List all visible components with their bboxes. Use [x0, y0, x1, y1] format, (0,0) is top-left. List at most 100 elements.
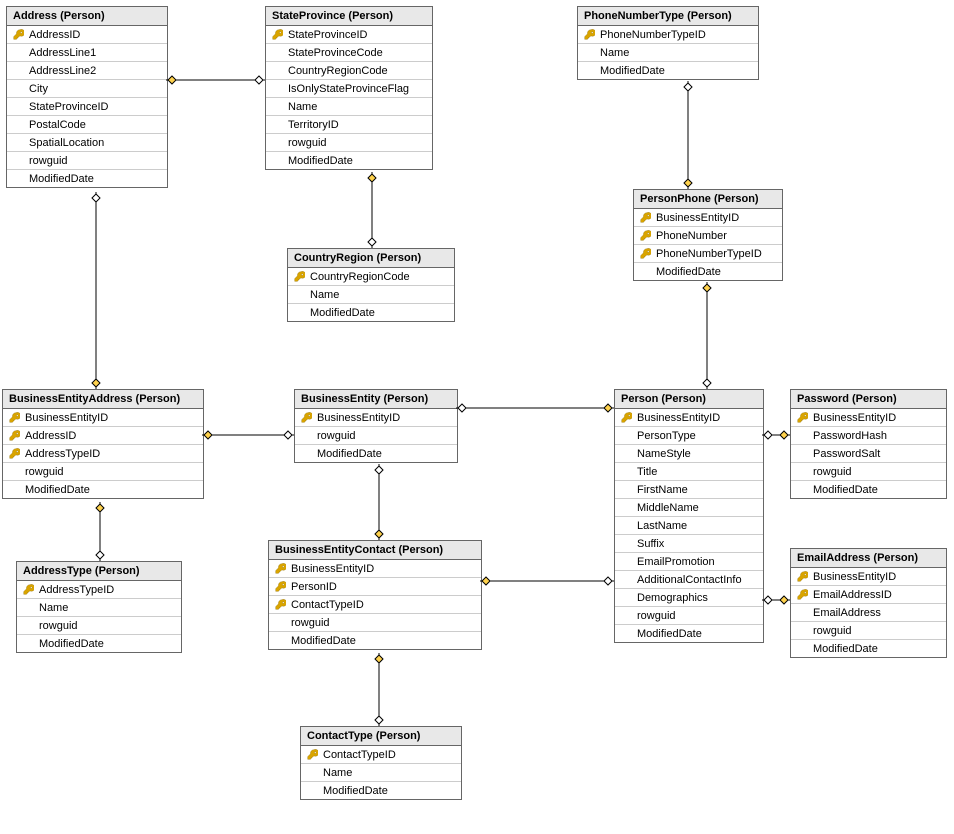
key-slot — [6, 482, 22, 498]
column-row[interactable]: BusinessEntityID — [615, 409, 763, 427]
column-row[interactable]: Name — [266, 98, 432, 116]
column-name: ModifiedDate — [29, 173, 94, 185]
column-row[interactable]: rowguid — [266, 134, 432, 152]
table-emailaddress[interactable]: EmailAddress (Person)BusinessEntityIDEma… — [790, 548, 947, 658]
column-row[interactable]: AddressLine1 — [7, 44, 167, 62]
column-row[interactable]: Title — [615, 463, 763, 481]
column-row[interactable]: ModifiedDate — [7, 170, 167, 187]
table-password[interactable]: Password (Person)BusinessEntityIDPasswor… — [790, 389, 947, 499]
column-row[interactable]: AddressTypeID — [17, 581, 181, 599]
column-row[interactable]: PhoneNumberTypeID — [578, 26, 758, 44]
table-stateprovince[interactable]: StateProvince (Person)StateProvinceIDSta… — [265, 6, 433, 170]
key-slot — [618, 428, 634, 444]
column-row[interactable]: EmailAddress — [791, 604, 946, 622]
table-address[interactable]: Address (Person)AddressIDAddressLine1Add… — [6, 6, 168, 188]
column-row[interactable]: CountryRegionCode — [288, 268, 454, 286]
column-row[interactable]: ModifiedDate — [634, 263, 782, 280]
column-row[interactable]: ModifiedDate — [3, 481, 203, 498]
column-row[interactable]: PostalCode — [7, 116, 167, 134]
column-row[interactable]: Name — [17, 599, 181, 617]
column-row[interactable]: AdditionalContactInfo — [615, 571, 763, 589]
column-row[interactable]: StateProvinceCode — [266, 44, 432, 62]
table-businessentityaddress[interactable]: BusinessEntityAddress (Person)BusinessEn… — [2, 389, 204, 499]
column-row[interactable]: ContactTypeID — [269, 596, 481, 614]
column-row[interactable]: ModifiedDate — [791, 640, 946, 657]
column-row[interactable]: PhoneNumberTypeID — [634, 245, 782, 263]
column-row[interactable]: BusinessEntityID — [269, 560, 481, 578]
column-row[interactable]: Suffix — [615, 535, 763, 553]
table-businessentitycontact[interactable]: BusinessEntityContact (Person)BusinessEn… — [268, 540, 482, 650]
column-row[interactable]: StateProvinceID — [266, 26, 432, 44]
column-row[interactable]: rowguid — [791, 463, 946, 481]
column-row[interactable]: ModifiedDate — [295, 445, 457, 462]
table-person[interactable]: Person (Person)BusinessEntityIDPersonTyp… — [614, 389, 764, 643]
primary-key-icon — [581, 27, 597, 43]
column-row[interactable]: FirstName — [615, 481, 763, 499]
table-title: ContactType (Person) — [301, 727, 461, 746]
column-row[interactable]: rowguid — [17, 617, 181, 635]
column-name: PersonType — [637, 430, 696, 442]
column-row[interactable]: PasswordHash — [791, 427, 946, 445]
table-personphone[interactable]: PersonPhone (Person)BusinessEntityIDPhon… — [633, 189, 783, 281]
column-row[interactable]: PhoneNumber — [634, 227, 782, 245]
column-row[interactable]: ModifiedDate — [17, 635, 181, 652]
column-row[interactable]: AddressTypeID — [3, 445, 203, 463]
key-slot — [269, 153, 285, 169]
column-row[interactable]: ModifiedDate — [615, 625, 763, 642]
key-slot — [794, 428, 810, 444]
column-row[interactable]: EmailAddressID — [791, 586, 946, 604]
column-row[interactable]: rowguid — [3, 463, 203, 481]
column-row[interactable]: StateProvinceID — [7, 98, 167, 116]
primary-key-icon — [298, 410, 314, 426]
column-row[interactable]: PasswordSalt — [791, 445, 946, 463]
column-row[interactable]: MiddleName — [615, 499, 763, 517]
column-row[interactable]: EmailPromotion — [615, 553, 763, 571]
table-phonenumbertype[interactable]: PhoneNumberType (Person)PhoneNumberTypeI… — [577, 6, 759, 80]
column-row[interactable]: BusinessEntityID — [791, 568, 946, 586]
column-row[interactable]: rowguid — [615, 607, 763, 625]
column-row[interactable]: BusinessEntityID — [791, 409, 946, 427]
table-addresstype[interactable]: AddressType (Person)AddressTypeIDNamerow… — [16, 561, 182, 653]
column-row[interactable]: ModifiedDate — [269, 632, 481, 649]
table-businessentity[interactable]: BusinessEntity (Person)BusinessEntityIDr… — [294, 389, 458, 463]
column-row[interactable]: rowguid — [295, 427, 457, 445]
key-slot — [794, 446, 810, 462]
table-title: EmailAddress (Person) — [791, 549, 946, 568]
column-row[interactable]: rowguid — [7, 152, 167, 170]
column-row[interactable]: rowguid — [269, 614, 481, 632]
primary-key-icon — [794, 569, 810, 585]
column-row[interactable]: LastName — [615, 517, 763, 535]
column-row[interactable]: rowguid — [791, 622, 946, 640]
column-row[interactable]: Name — [301, 764, 461, 782]
column-row[interactable]: ModifiedDate — [301, 782, 461, 799]
column-row[interactable]: ModifiedDate — [578, 62, 758, 79]
column-row[interactable]: BusinessEntityID — [634, 209, 782, 227]
column-row[interactable]: Name — [578, 44, 758, 62]
table-countryregion[interactable]: CountryRegion (Person)CountryRegionCodeN… — [287, 248, 455, 322]
column-row[interactable]: IsOnlyStateProvinceFlag — [266, 80, 432, 98]
column-row[interactable]: AddressID — [3, 427, 203, 445]
key-slot — [618, 590, 634, 606]
column-row[interactable]: City — [7, 80, 167, 98]
column-row[interactable]: AddressLine2 — [7, 62, 167, 80]
column-row[interactable]: ContactTypeID — [301, 746, 461, 764]
column-row[interactable]: PersonID — [269, 578, 481, 596]
column-row[interactable]: NameStyle — [615, 445, 763, 463]
column-row[interactable]: CountryRegionCode — [266, 62, 432, 80]
column-row[interactable]: ModifiedDate — [266, 152, 432, 169]
relationship-line — [156, 70, 275, 90]
column-row[interactable]: SpatialLocation — [7, 134, 167, 152]
column-row[interactable]: TerritoryID — [266, 116, 432, 134]
column-name: StateProvinceID — [288, 29, 367, 41]
column-row[interactable]: Demographics — [615, 589, 763, 607]
column-name: SpatialLocation — [29, 137, 104, 149]
column-row[interactable]: AddressID — [7, 26, 167, 44]
column-row[interactable]: ModifiedDate — [791, 481, 946, 498]
column-row[interactable]: BusinessEntityID — [3, 409, 203, 427]
column-row[interactable]: ModifiedDate — [288, 304, 454, 321]
column-name: PhoneNumber — [656, 230, 727, 242]
column-row[interactable]: PersonType — [615, 427, 763, 445]
column-row[interactable]: Name — [288, 286, 454, 304]
table-contacttype[interactable]: ContactType (Person)ContactTypeIDNameMod… — [300, 726, 462, 800]
column-row[interactable]: BusinessEntityID — [295, 409, 457, 427]
